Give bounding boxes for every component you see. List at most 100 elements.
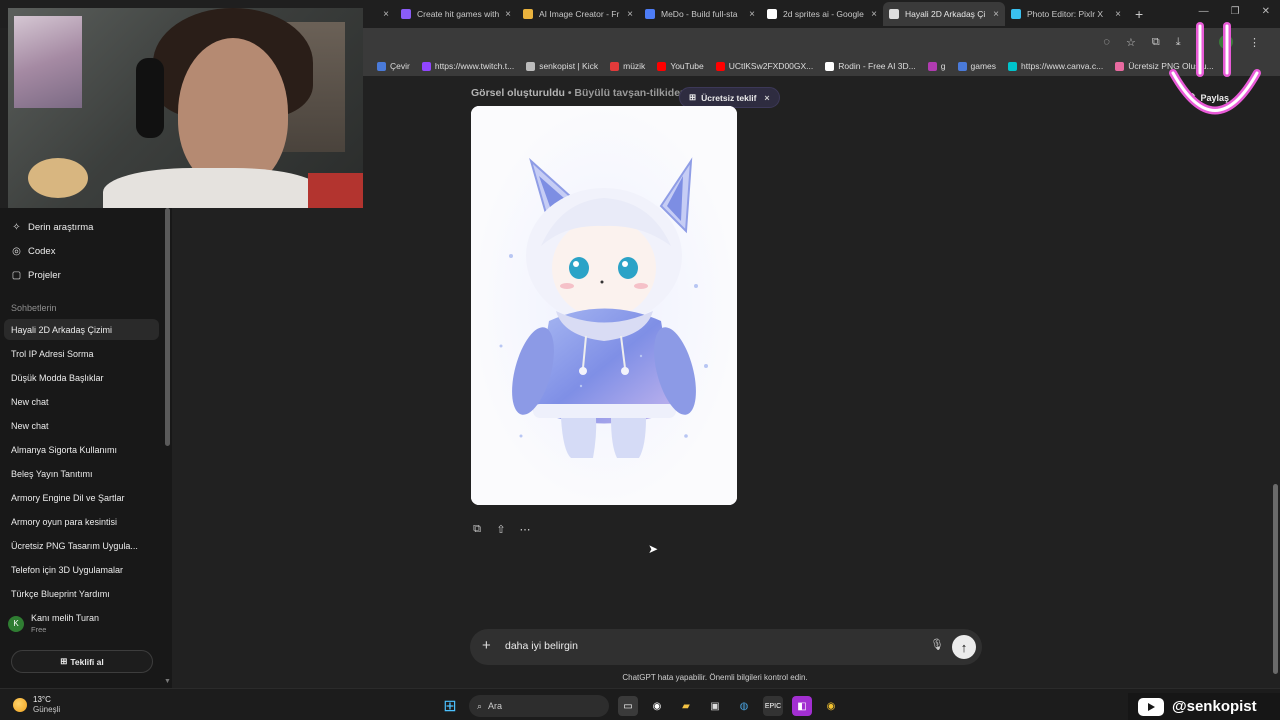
generated-image[interactable] — [471, 106, 737, 505]
taskbar-search[interactable]: ⌕ Ara — [469, 695, 609, 717]
chat-history-item[interactable]: Almanya Sigorta Kullanımı — [4, 439, 159, 460]
browser-tab[interactable]: Create hit games with × — [395, 2, 517, 26]
task-view-icon[interactable]: ▭ — [618, 696, 638, 716]
taskbar-apps: ⊞ ⌕ Ara ▭ ◉ ▰ ▣ ◍ EPIC ◧ ◉ — [440, 695, 841, 717]
browser-tab[interactable]: MeDo - Build full-sta × — [639, 2, 761, 26]
generation-title-text: Görsel oluşturuldu — [471, 87, 565, 99]
epic-games-icon[interactable]: EPIC — [763, 696, 783, 716]
close-window-icon[interactable]: ✕ — [1262, 6, 1270, 17]
bookmark-label: https://www.twitch.t... — [434, 61, 515, 71]
store-icon[interactable]: ▣ — [705, 696, 725, 716]
weather-widget[interactable]: 13°C Güneşli — [13, 695, 60, 714]
mouse-cursor-icon: ➤ — [648, 542, 659, 556]
bookmark-item[interactable]: g — [927, 61, 946, 71]
bookmark-label: https://www.canva.c... — [1021, 61, 1104, 71]
bookmark-item[interactable]: games — [957, 61, 996, 71]
close-tab-icon[interactable]: × — [627, 9, 633, 20]
bookmark-item[interactable]: müzik — [610, 61, 645, 71]
browser-tab[interactable]: AI Image Creator - Fr × — [517, 2, 639, 26]
screen: × Create hit games with × AI Image Creator… — [0, 0, 1280, 720]
chat-history-item[interactable]: Düşük Modda Başlıklar — [4, 367, 159, 388]
close-tab-icon[interactable]: × — [993, 9, 999, 20]
browser-tab[interactable]: Hayali 2D Arkadaş Çi × — [883, 2, 1005, 26]
close-icon[interactable]: × — [764, 93, 769, 103]
main-scrollbar[interactable] — [1273, 484, 1278, 674]
tab-title: Photo Editor: Pixlr X — [1027, 9, 1104, 19]
chat-history-item[interactable]: New chat — [4, 391, 159, 412]
share-upload-icon[interactable]: ⇧ — [495, 523, 507, 536]
streamer-face — [178, 38, 288, 188]
chrome-icon[interactable]: ◉ — [821, 696, 841, 716]
chat-history-item[interactable]: Armory oyun para kesintisi — [4, 511, 159, 532]
sidebar-item-codex[interactable]: ◎ Codex — [11, 246, 55, 257]
bookmark-item[interactable]: https://www.canva.c... — [1008, 61, 1103, 71]
chat-history-item[interactable]: Hayali 2D Arkadaş Çizimi — [4, 319, 159, 340]
plus-icon[interactable]: + — [482, 637, 491, 654]
chat-history-item[interactable]: New chat — [4, 415, 159, 436]
tab-list: Create hit games with × AI Image Creator -… — [395, 2, 1127, 26]
minimize-icon[interactable]: — — [1199, 6, 1209, 17]
more-options-icon[interactable]: ⋯ — [519, 523, 531, 536]
weather-temp: 13°C — [33, 695, 51, 704]
free-offer-pill[interactable]: ⊞ Ücretsiz teklif × — [679, 87, 780, 108]
sidebar-scrollbar[interactable] — [165, 208, 170, 446]
bookmark-star-icon[interactable]: ☆ — [1126, 36, 1136, 49]
chat-history-item[interactable]: Trol IP Adresi Sorma — [4, 343, 159, 364]
browser-tab[interactable]: Photo Editor: Pixlr X × — [1005, 2, 1127, 26]
tab-favicon-icon — [523, 9, 533, 19]
tab-favicon-icon — [767, 9, 777, 19]
bookmark-item[interactable]: Çevir — [377, 61, 410, 71]
close-tab-icon[interactable]: × — [1115, 9, 1121, 20]
sidebar-item-telescope[interactable]: ✧ Derin araştırma — [11, 222, 93, 233]
user-profile[interactable]: K Kanı melih Turan Free — [8, 613, 99, 634]
bookmark-item[interactable]: UCtlKSw2FXD00GX... — [715, 61, 813, 71]
tab-favicon-icon — [1011, 9, 1021, 19]
copy-icon[interactable]: ⧉ — [471, 523, 483, 536]
windows-start-icon[interactable]: ⊞ — [440, 696, 460, 716]
tab-title: Hayali 2D Arkadaş Çi — [905, 9, 986, 19]
microphone-icon[interactable]: 🎙 — [930, 638, 944, 651]
bookmark-label: Çevir — [390, 61, 410, 71]
composer-input[interactable]: daha iyi belirgin — [505, 640, 578, 652]
steam-icon[interactable]: ◍ — [734, 696, 754, 716]
maximize-icon[interactable]: ❐ — [1231, 6, 1240, 17]
chat-history-item[interactable]: Telefon için 3D Uygulamalar — [4, 559, 159, 580]
file-explorer-icon[interactable]: ▰ — [676, 696, 696, 716]
bookmark-label: müzik — [623, 61, 646, 71]
play-icon — [1148, 702, 1155, 711]
generation-title: Görsel oluşturuldu • Büyülü tavşan-tilki… — [471, 87, 686, 99]
chat-history-item[interactable]: Beleş Yayın Tanıtımı — [4, 463, 159, 484]
chat-history-item[interactable]: Türkçe Blueprint Yardımı — [4, 583, 159, 604]
folder-icon: ▢ — [11, 270, 22, 281]
windows-taskbar: 13°C Güneşli ⊞ ⌕ Ara ▭ ◉ ▰ ▣ ◍ EPIC ◧ ◉ — [0, 688, 1280, 720]
wall-poster — [14, 16, 82, 108]
sidebar-item-folder[interactable]: ▢ Projeler — [11, 270, 61, 281]
chat-history-item[interactable]: Armory Engine Dil ve Şartlar — [4, 487, 159, 508]
bookmark-item[interactable]: senkopist | Kick — [526, 61, 598, 71]
app-purple-icon[interactable]: ◧ — [792, 696, 812, 716]
telescope-icon: ✧ — [12, 222, 21, 233]
close-tab-icon[interactable]: × — [871, 9, 877, 20]
tab-title: AI Image Creator - Fr — [539, 9, 620, 19]
chat-history-item[interactable]: Ücretsiz PNG Tasarım Uygula... — [4, 535, 159, 556]
message-composer[interactable]: + daha iyi belirgin 🎙 ↑ — [470, 629, 982, 665]
bookmark-label: YouTube — [670, 61, 704, 71]
bookmark-item[interactable]: https://www.twitch.t... — [421, 61, 515, 71]
sidebar-item-label: Projeler — [28, 270, 61, 281]
extensions-icon[interactable]: ⧉ — [1152, 36, 1160, 49]
new-tab-button[interactable]: + — [1135, 6, 1143, 22]
close-tab-icon[interactable]: × — [505, 9, 511, 20]
close-tab-icon[interactable]: × — [749, 9, 755, 20]
bookmark-favicon-icon — [421, 61, 431, 71]
browser-tab[interactable]: 2d sprites ai - Google × — [761, 2, 883, 26]
tab-partial[interactable]: × — [365, 2, 395, 26]
close-tab-icon[interactable]: × — [383, 9, 389, 20]
eye-off-icon[interactable]: ◌ — [1103, 36, 1110, 48]
scroll-down-arrow-icon[interactable]: ▼ — [164, 678, 171, 685]
bookmark-item[interactable]: Rodin - Free AI 3D... — [825, 61, 916, 71]
send-button[interactable]: ↑ — [952, 635, 976, 659]
discord-icon[interactable]: ◉ — [647, 696, 667, 716]
get-offer-button[interactable]: ⊞ Teklifi al — [11, 650, 153, 673]
chats-section-title: Sohbetlerin — [11, 303, 57, 313]
bookmark-item[interactable]: YouTube — [657, 61, 704, 71]
